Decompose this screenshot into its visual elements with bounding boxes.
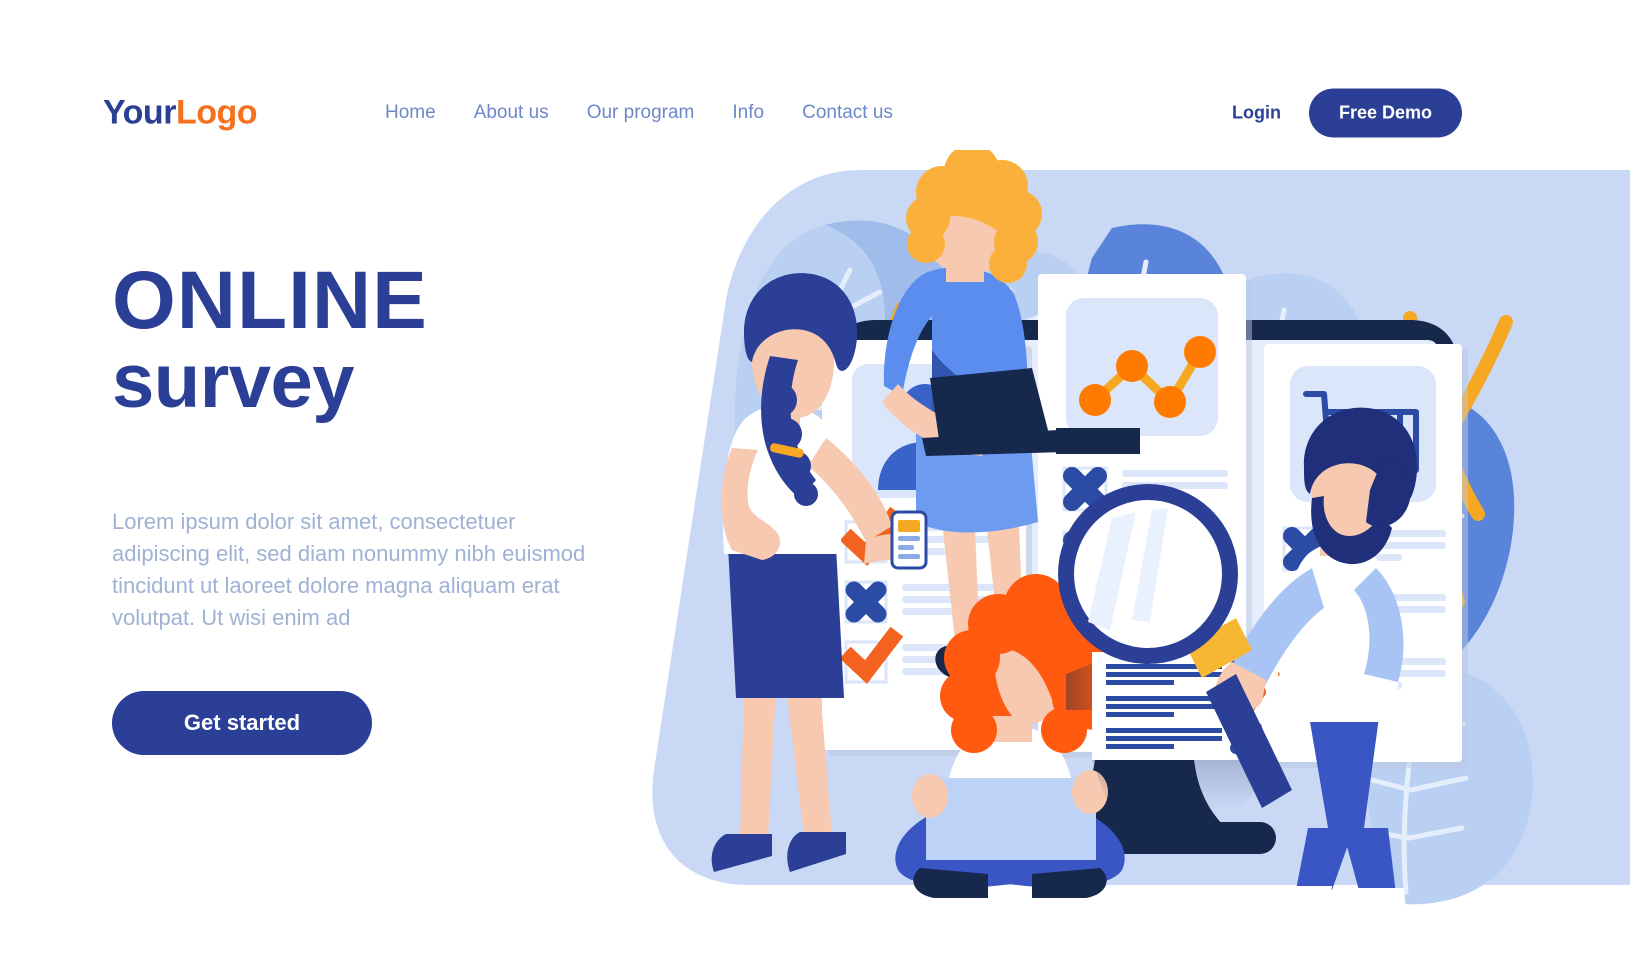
site-header: YourLogo Home About us Our program Info …: [0, 82, 1634, 144]
logo-part-2: Logo: [175, 93, 258, 132]
nav-item-home[interactable]: Home: [385, 102, 436, 124]
landing-page: YourLogo Home About us Our program Info …: [0, 0, 1634, 980]
logo-part-1: Your: [103, 93, 176, 132]
site-logo[interactable]: YourLogo: [103, 93, 258, 133]
cross-icon: [845, 581, 887, 623]
hero-description: Lorem ipsum dolor sit amet, consectetuer…: [112, 508, 586, 630]
hand: [912, 774, 948, 818]
page-title-line-1: ONLINE: [112, 255, 428, 346]
main-navigation: Home About us Our program Info Contact u…: [385, 102, 893, 124]
phone-icon: [890, 510, 928, 570]
shoe: [1271, 886, 1332, 908]
free-demo-button[interactable]: Free Demo: [1308, 88, 1462, 138]
nav-item-info[interactable]: Info: [732, 102, 764, 124]
nav-item-contact-us[interactable]: Contact us: [802, 102, 893, 124]
login-link[interactable]: Login: [1232, 103, 1281, 124]
cross-icon: [1063, 467, 1107, 511]
shoe: [1348, 888, 1406, 910]
header-actions: Login Free Demo: [1232, 88, 1462, 138]
hero-illustration: [640, 150, 1634, 910]
page-title-line-2: survey: [112, 338, 355, 424]
skirt: [728, 546, 844, 698]
hero-section: ONLINE survey Lorem ipsum dolor sit amet…: [112, 255, 642, 756]
get-started-button[interactable]: Get started: [112, 691, 372, 756]
laptop: [926, 778, 1096, 860]
nav-item-our-program[interactable]: Our program: [587, 102, 695, 124]
nav-item-about-us[interactable]: About us: [474, 102, 549, 124]
